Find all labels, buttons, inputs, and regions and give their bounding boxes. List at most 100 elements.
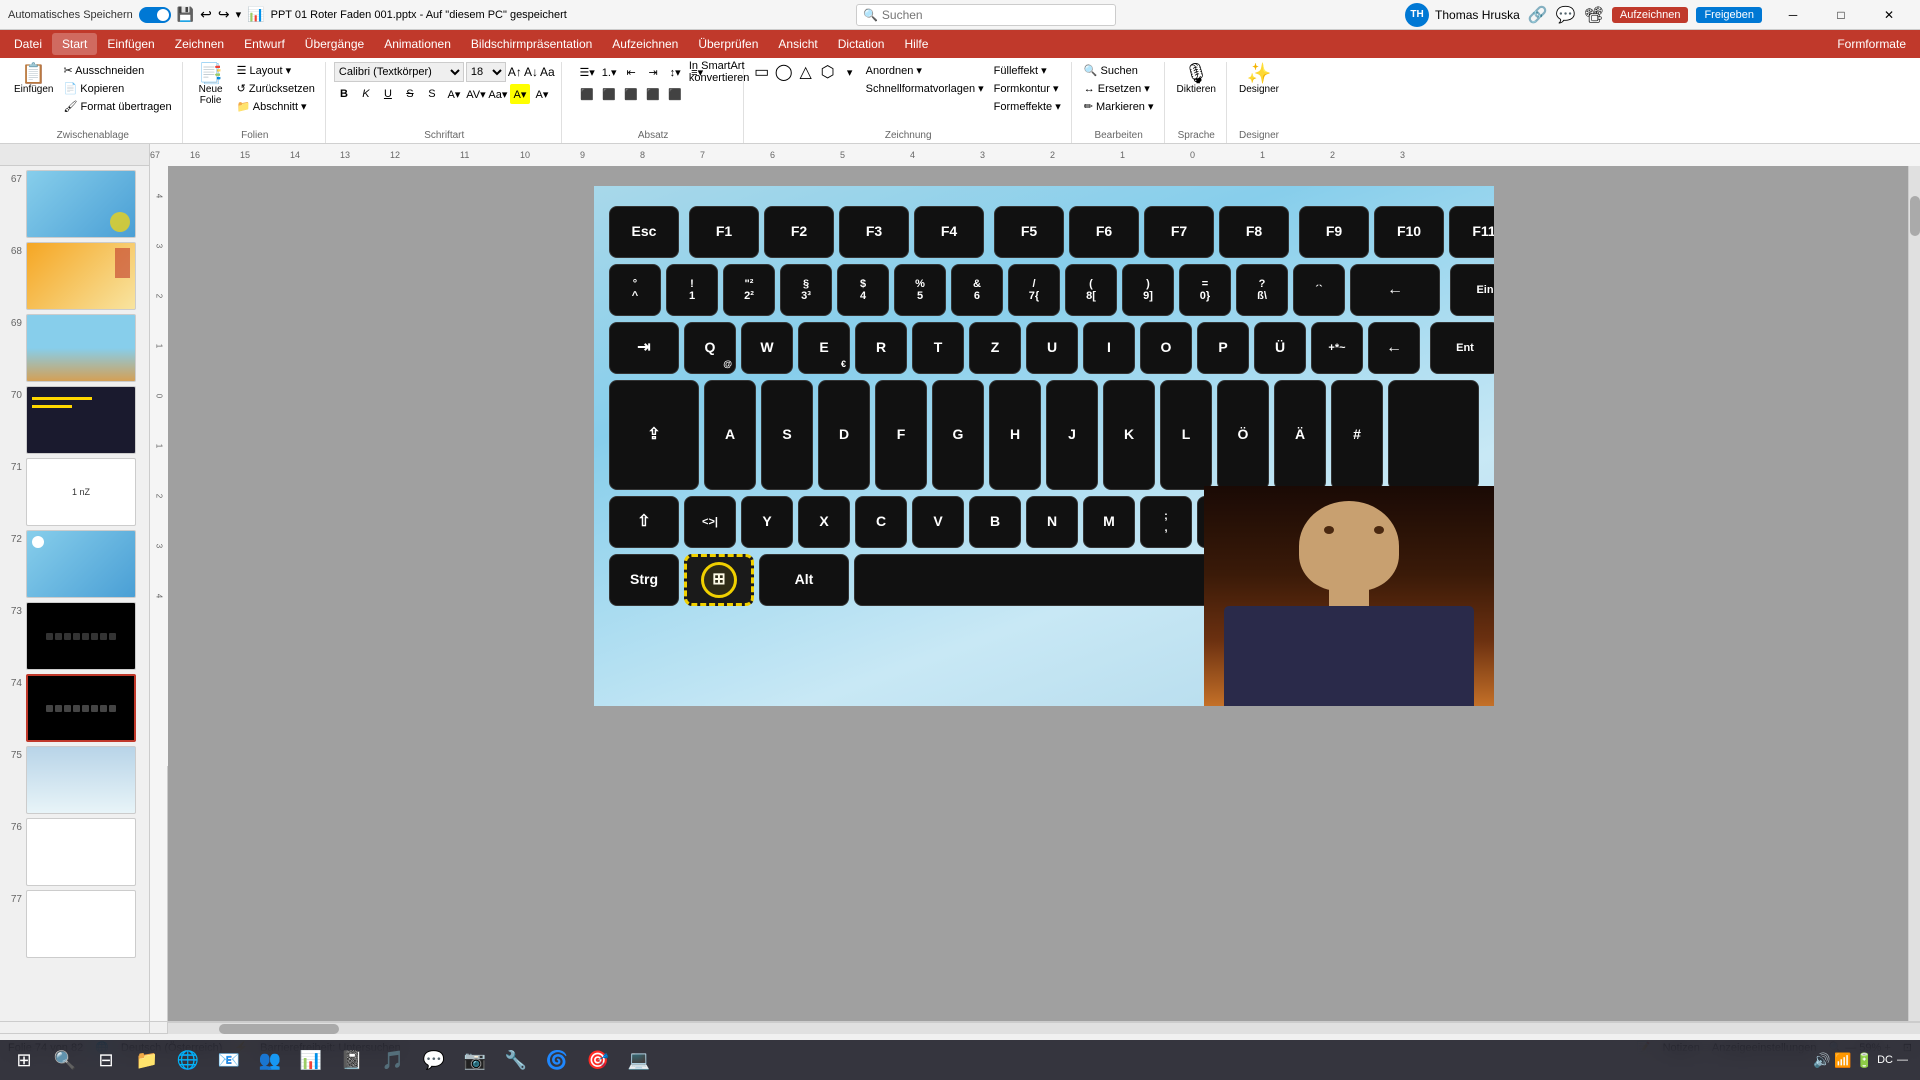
slide-thumb-76[interactable]: 76 (4, 818, 145, 886)
taskbar-app4[interactable]: 🔧 (496, 1041, 536, 1079)
key-4[interactable]: $4 (837, 264, 889, 316)
key-enter-large[interactable] (1388, 380, 1479, 490)
key-b[interactable]: B (969, 496, 1021, 548)
shadow-button[interactable]: S (422, 84, 442, 104)
fontcolor-button[interactable]: A▾ (444, 84, 464, 104)
smartart-button[interactable]: In SmartArt konvertieren (709, 62, 729, 82)
slide-thumb-71[interactable]: 71 1 nZ (4, 458, 145, 526)
neue-folie-button[interactable]: 📑 NeueFolie (191, 62, 231, 108)
key-j[interactable]: J (1046, 380, 1098, 490)
designer-button[interactable]: ✨ Designer (1235, 62, 1283, 97)
text-direction-button[interactable]: ↕▾ (665, 62, 685, 82)
font-size-select[interactable]: 18 (466, 62, 506, 82)
menu-animationen[interactable]: Animationen (374, 33, 461, 55)
taskbar-onenote[interactable]: 📓 (332, 1041, 372, 1079)
taskbar-powerpoint[interactable]: 📊 (291, 1041, 331, 1079)
shape-2[interactable]: ◯ (774, 62, 794, 82)
key-s[interactable]: S (761, 380, 813, 490)
anordnen-button[interactable]: Anordnen ▾ (862, 62, 988, 79)
search-input[interactable] (882, 8, 1109, 22)
slide-thumb-70[interactable]: 70 (4, 386, 145, 454)
fillcolor-button[interactable]: A▾ (532, 84, 552, 104)
clear-format-icon[interactable]: Aa (540, 65, 555, 79)
key-6[interactable]: &6 (951, 264, 1003, 316)
redo-icon[interactable]: ↪ (218, 6, 230, 23)
key-k[interactable]: K (1103, 380, 1155, 490)
key-r[interactable]: R (855, 322, 907, 374)
key-8[interactable]: (8[ (1065, 264, 1117, 316)
scrollbar-thumb-v[interactable] (1910, 196, 1920, 236)
minimize-button[interactable]: ─ (1770, 0, 1816, 30)
key-f7[interactable]: F7 (1144, 206, 1214, 258)
taskbar-start[interactable]: ⊞ (4, 1041, 44, 1079)
key-less[interactable]: <>| (684, 496, 736, 548)
slide-thumb-74[interactable]: 74 (4, 674, 145, 742)
columns-button[interactable]: ⬛ (665, 84, 685, 104)
key-f1[interactable]: F1 (689, 206, 759, 258)
search-box[interactable]: 🔍 (856, 4, 1116, 26)
key-ent[interactable]: Ent (1430, 322, 1494, 374)
menu-zeichnen[interactable]: Zeichnen (165, 33, 234, 55)
abschnitt-button[interactable]: 📁 Abschnitt ▾ (233, 98, 319, 115)
key-plus[interactable]: +*~ (1311, 322, 1363, 374)
formeffekte-button[interactable]: Formeffekte ▾ (990, 98, 1065, 115)
kopieren-button[interactable]: 📄 Kopieren (59, 80, 175, 97)
menu-hilfe[interactable]: Hilfe (894, 33, 938, 55)
key-esc[interactable]: Esc (609, 206, 679, 258)
taskbar-edge[interactable]: 🌐 (168, 1041, 208, 1079)
taskbar-search[interactable]: 🔍 (45, 1041, 85, 1079)
taskbar-app3[interactable]: 📷 (455, 1041, 495, 1079)
key-h[interactable]: H (989, 380, 1041, 490)
undo-icon[interactable]: ↩ (200, 6, 212, 23)
slide-thumb-75[interactable]: 75 (4, 746, 145, 814)
key-l[interactable]: L (1160, 380, 1212, 490)
key-f4[interactable]: F4 (914, 206, 984, 258)
key-hash[interactable]: # (1331, 380, 1383, 490)
taskbar-app7[interactable]: 💻 (619, 1041, 659, 1079)
key-caret[interactable]: °^ (609, 264, 661, 316)
present-icon[interactable]: 📽 (1584, 5, 1604, 25)
taskbar-app6[interactable]: 🎯 (578, 1041, 618, 1079)
formkontur-button[interactable]: Formkontur ▾ (990, 80, 1065, 97)
slide-thumb-68[interactable]: 68 (4, 242, 145, 310)
key-f6[interactable]: F6 (1069, 206, 1139, 258)
key-p[interactable]: P (1197, 322, 1249, 374)
menu-bildschirm[interactable]: Bildschirmpräsentation (461, 33, 602, 55)
key-f5[interactable]: F5 (994, 206, 1064, 258)
key-ein[interactable]: Ein (1450, 264, 1494, 316)
record-btn[interactable]: Aufzeichnen (1612, 7, 1689, 23)
menu-start[interactable]: Start (52, 33, 97, 55)
taskbar-app2[interactable]: 💬 (414, 1041, 454, 1079)
key-comma[interactable]: ;, (1140, 496, 1192, 548)
key-f11[interactable]: F11 (1449, 206, 1494, 258)
slide-thumb-67[interactable]: 67 (4, 170, 145, 238)
taskbar-teams[interactable]: 👥 (250, 1041, 290, 1079)
key-e[interactable]: E€ (798, 322, 850, 374)
key-2[interactable]: "²2² (723, 264, 775, 316)
close-button[interactable]: ✕ (1866, 0, 1912, 30)
align-left-button[interactable]: ⬛ (577, 84, 597, 104)
charspacing-button[interactable]: AV▾ (466, 84, 486, 104)
key-v[interactable]: V (912, 496, 964, 548)
menu-aufzeichnen[interactable]: Aufzeichnen (602, 33, 688, 55)
maximize-button[interactable]: □ (1818, 0, 1864, 30)
key-sz[interactable]: ?ß\ (1236, 264, 1288, 316)
einfuegen-button[interactable]: 📋 Einfügen (10, 62, 57, 97)
font-shrink-icon[interactable]: A↓ (524, 65, 538, 79)
taskbar-taskview[interactable]: ⊟ (86, 1041, 126, 1079)
share-btn[interactable]: Freigeben (1696, 7, 1762, 23)
taskbar-outlook[interactable]: 📧 (209, 1041, 249, 1079)
key-acute[interactable]: ´` (1293, 264, 1345, 316)
key-5[interactable]: %5 (894, 264, 946, 316)
italic-button[interactable]: K (356, 84, 376, 104)
key-space[interactable] (854, 554, 1214, 606)
key-n[interactable]: N (1026, 496, 1078, 548)
save-icon[interactable]: 💾 (177, 6, 194, 23)
number-list-button[interactable]: 1.▾ (599, 62, 619, 82)
more-icon[interactable]: ▾ (236, 8, 242, 21)
key-3[interactable]: §3³ (780, 264, 832, 316)
bullet-list-button[interactable]: ☰▾ (577, 62, 597, 82)
key-f8[interactable]: F8 (1219, 206, 1289, 258)
key-capslock[interactable]: ⇪ (609, 380, 699, 490)
key-backspace[interactable]: ← (1350, 264, 1440, 316)
